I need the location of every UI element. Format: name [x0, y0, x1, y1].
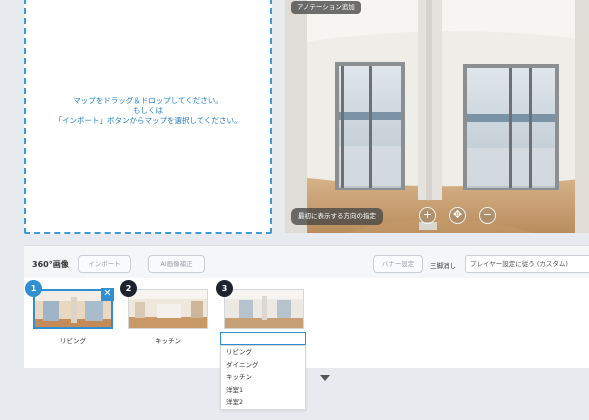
thumbnail-label: リビング [60, 337, 86, 345]
suggestion-item[interactable]: 洋室1 [221, 384, 305, 397]
thumbnail-number-badge: 3 [216, 280, 233, 297]
panorama-image [285, 0, 589, 233]
chevron-down-icon[interactable] [320, 375, 330, 381]
room-name-suggestions: リビング ダイニング キッチン 洋室1 洋室2 [220, 345, 306, 410]
room-name-input[interactable] [220, 332, 306, 345]
thumbnail-number-badge: 2 [120, 280, 137, 297]
map-drop-zone[interactable]: マップをドラッグ＆ドロップしてください。 もしくは 「インポート」ボタンからマッ… [24, 0, 272, 234]
panorama-viewer[interactable]: アノテーション追加 最初に表示する方向の指定 + ✥ − [285, 0, 589, 233]
map-drop-line: マップをドラッグ＆ドロップしてください。 [73, 96, 223, 105]
suggestion-item[interactable]: ダイニング [221, 359, 305, 372]
add-annotation-button[interactable]: アノテーション追加 [291, 1, 361, 14]
close-icon[interactable]: ✕ [101, 288, 114, 301]
map-drop-line: もしくは [133, 106, 163, 115]
ai-correction-button[interactable]: AI画像補正 [148, 255, 205, 273]
suggestion-item[interactable]: 洋室2 [221, 396, 305, 409]
suggestion-item[interactable]: キッチン [221, 371, 305, 384]
initial-direction-button[interactable]: 最初に表示する方向の指定 [291, 208, 383, 225]
image-panel-header: 360°画像 インポート AI画像補正 バナー設定 三脚消し プレイヤー設定に従… [24, 245, 589, 278]
banner-settings-button[interactable]: バナー設定 [373, 255, 423, 273]
map-drop-instructions: マップをドラッグ＆ドロップしてください。 もしくは 「インポート」ボタンからマッ… [26, 96, 270, 126]
tripod-removal-label: 三脚消し [430, 262, 456, 270]
import-button[interactable]: インポート [78, 255, 131, 273]
compass-icon[interactable]: ✥ [449, 207, 466, 224]
zoom-in-icon[interactable]: + [419, 207, 436, 224]
panel-title: 360°画像 [32, 260, 69, 269]
tripod-removal-select[interactable]: プレイヤー設定に従う (カスタム) [465, 255, 589, 273]
thumbnail-image[interactable] [224, 289, 304, 329]
thumbnail-label: キッチン [155, 337, 181, 345]
thumbnail-number-badge: 1 [25, 280, 42, 297]
map-drop-line: 「インポート」ボタンからマップを選択してください。 [54, 116, 242, 125]
zoom-out-icon[interactable]: − [479, 207, 496, 224]
suggestion-item[interactable]: リビング [221, 346, 305, 359]
thumbnail-image[interactable] [128, 289, 208, 329]
